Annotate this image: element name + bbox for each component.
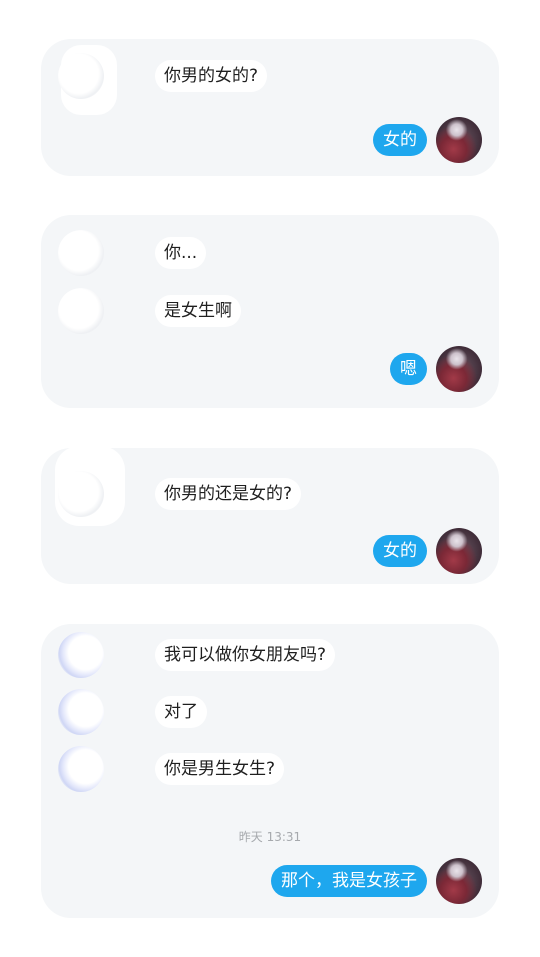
contact-avatar[interactable]	[58, 746, 104, 792]
my-avatar[interactable]	[436, 528, 482, 574]
chat-card-1: 你男的女的? 女的	[41, 39, 499, 176]
chat-card-3: 你男的还是女的? 女的	[41, 446, 499, 584]
my-avatar[interactable]	[436, 858, 482, 904]
contact-avatar[interactable]	[58, 471, 104, 517]
message-row-incoming: 你男的女的?	[41, 53, 499, 101]
message-row-incoming: 你是男生女生?	[41, 746, 499, 794]
message-row-outgoing: 女的	[41, 117, 499, 165]
message-row-incoming: 你...	[41, 230, 499, 278]
message-row-incoming: 是女生啊	[41, 288, 499, 336]
message-bubble-incoming[interactable]: 你...	[155, 237, 207, 269]
message-bubble-incoming[interactable]: 你是男生女生?	[155, 753, 285, 785]
message-timestamp: 昨天 13:31	[238, 830, 302, 844]
contact-avatar[interactable]	[58, 53, 104, 99]
message-bubble-incoming[interactable]: 对了	[155, 696, 207, 728]
contact-avatar[interactable]	[58, 689, 104, 735]
contact-avatar[interactable]	[58, 632, 104, 678]
message-bubble-incoming[interactable]: 你男的女的?	[155, 60, 268, 92]
contact-avatar[interactable]	[58, 288, 104, 334]
message-row-outgoing: 女的	[41, 528, 499, 576]
my-avatar[interactable]	[436, 346, 482, 392]
message-bubble-outgoing[interactable]: 嗯	[390, 353, 427, 385]
message-row-incoming: 对了	[41, 689, 499, 737]
message-bubble-incoming[interactable]: 我可以做你女朋友吗?	[155, 639, 336, 671]
chat-screenshot-collage: 你男的女的? 女的 你... 是女生啊 嗯 你男的还是女的? 女的 我可以做你女…	[0, 0, 540, 957]
message-bubble-incoming[interactable]: 是女生啊	[155, 295, 241, 327]
contact-avatar[interactable]	[58, 230, 104, 276]
my-avatar[interactable]	[436, 117, 482, 163]
chat-card-4: 我可以做你女朋友吗? 对了 你是男生女生? 昨天 13:31 那个，我是女孩子	[41, 624, 499, 918]
message-row-incoming: 我可以做你女朋友吗?	[41, 632, 499, 680]
message-bubble-outgoing[interactable]: 女的	[373, 124, 427, 156]
message-bubble-incoming[interactable]: 你男的还是女的?	[155, 478, 302, 510]
message-bubble-outgoing[interactable]: 女的	[373, 535, 427, 567]
message-row-outgoing: 嗯	[41, 346, 499, 394]
message-row-outgoing: 那个，我是女孩子	[41, 858, 499, 906]
chat-card-2: 你... 是女生啊 嗯	[41, 215, 499, 408]
message-bubble-outgoing[interactable]: 那个，我是女孩子	[271, 865, 427, 897]
message-row-incoming: 你男的还是女的?	[41, 471, 499, 519]
